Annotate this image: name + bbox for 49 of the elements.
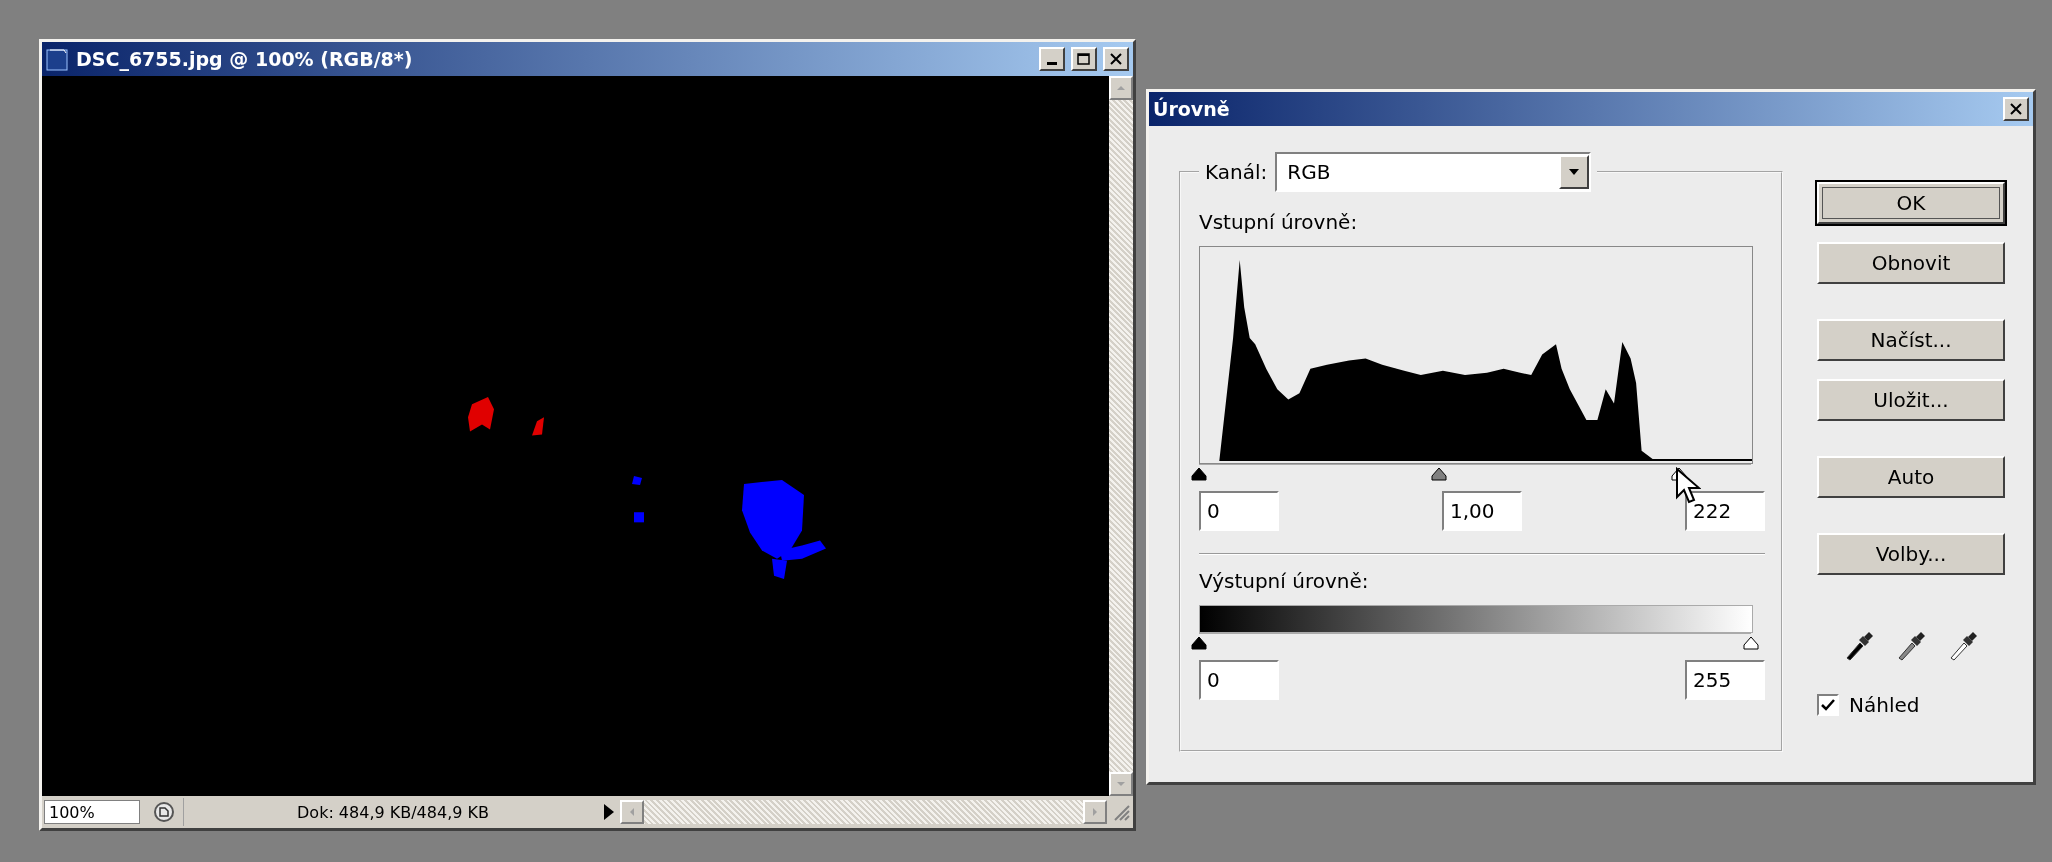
channel-label: Kanál:: [1205, 160, 1268, 184]
scroll-left-button[interactable]: [620, 800, 644, 824]
level-input-field[interactable]: 0: [1199, 491, 1279, 531]
play-arrow-icon[interactable]: [602, 802, 616, 822]
dialog-button[interactable]: OK: [1817, 182, 2005, 224]
level-input-field[interactable]: 222: [1685, 491, 1765, 531]
slider-thumb[interactable]: [1190, 636, 1208, 650]
document-size-text: Dok: 484,9 KB/484,9 KB: [296, 802, 490, 822]
app-icon: [46, 47, 70, 71]
scroll-right-button[interactable]: [1083, 800, 1107, 824]
left-arrow-icon: [629, 807, 635, 817]
scroll-up-button[interactable]: [1109, 76, 1133, 100]
output-levels-label: Výstupní úrovně:: [1199, 569, 1370, 593]
window-title: DSC_6755.jpg @ 100% (RGB/8*): [76, 48, 414, 70]
checkmark-icon: [1821, 698, 1835, 712]
horizontal-scrollbar[interactable]: [620, 800, 1107, 824]
minimize-icon: [1047, 61, 1057, 65]
dialog-button[interactable]: Volby...: [1817, 533, 2005, 575]
slider-thumb[interactable]: [1742, 636, 1760, 650]
level-output-field[interactable]: 255: [1685, 660, 1765, 700]
up-arrow-icon: [1116, 85, 1126, 91]
level-input-field[interactable]: 1,00: [1442, 491, 1522, 531]
down-arrow-icon: [1116, 781, 1126, 787]
dialog-button[interactable]: Auto: [1817, 456, 2005, 498]
slider-thumb[interactable]: [1190, 467, 1208, 481]
close-icon: [2010, 103, 2022, 115]
dialog-button[interactable]: Uložit...: [1817, 379, 2005, 421]
maximize-icon: [1077, 53, 1091, 65]
preview-label: Náhled: [1849, 693, 1920, 717]
document-circle-icon: [152, 801, 175, 823]
pointer-cursor-icon: [1675, 467, 1702, 505]
dialog-button[interactable]: Obnovit: [1817, 242, 2005, 284]
minimize-button[interactable]: [1039, 47, 1065, 71]
dialog-button[interactable]: Načíst...: [1817, 319, 2005, 361]
dropdown-arrow-icon: [1568, 168, 1581, 176]
close-button[interactable]: [1103, 47, 1129, 71]
dialog-title: Úrovně: [1153, 98, 1231, 120]
right-arrow-icon: [1092, 807, 1098, 817]
preview-checkbox[interactable]: [1817, 694, 1839, 716]
slider-thumb[interactable]: [1430, 467, 1449, 481]
close-icon: [1110, 53, 1122, 65]
input-levels-label: Vstupní úrovně:: [1199, 210, 1359, 234]
channel-dropdown[interactable]: RGB: [1275, 152, 1592, 192]
level-output-field[interactable]: 0: [1199, 660, 1279, 700]
scroll-down-button[interactable]: [1109, 772, 1133, 796]
vertical-scrollbar[interactable]: [1109, 76, 1133, 796]
close-button[interactable]: [2003, 97, 2029, 121]
zoom-field[interactable]: 100%: [44, 800, 140, 824]
maximize-button[interactable]: [1071, 47, 1097, 71]
